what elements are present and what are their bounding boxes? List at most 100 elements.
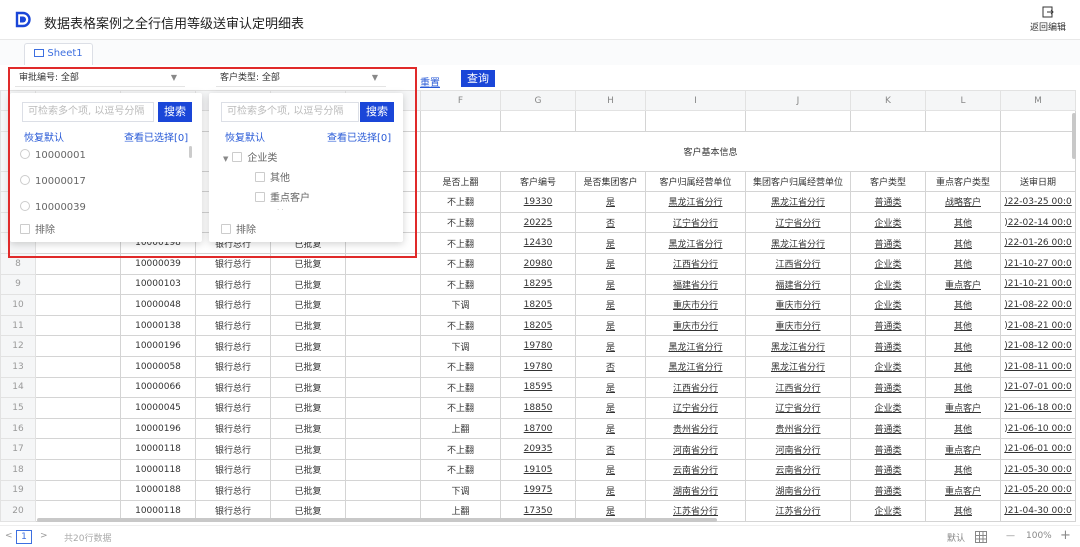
cell-d[interactable]: 已批复 xyxy=(270,273,346,296)
cell-i[interactable]: 黑龙江省分行 xyxy=(645,232,746,254)
cell-m[interactable]: )22-03-25 00:0 xyxy=(1000,191,1076,213)
cell-j[interactable]: 湖南省分行 xyxy=(745,479,851,502)
cell-i[interactable]: 辽宁省分行 xyxy=(645,397,746,419)
customer-option[interactable]: 其他 xyxy=(255,169,290,184)
cell-f[interactable]: 上翻 xyxy=(420,417,501,440)
cell-l[interactable]: 重点客户 xyxy=(925,397,1001,419)
cell-m[interactable]: )21-06-01 00:0 xyxy=(1000,438,1076,460)
back-to-edit-button[interactable]: 返回编辑 xyxy=(1026,6,1070,33)
col-letter-g[interactable]: G xyxy=(500,90,576,111)
cell-b[interactable]: 10000118 xyxy=(120,458,196,481)
cell-l[interactable]: 重点客户 xyxy=(925,273,1001,296)
cell-c[interactable]: 银行总行 xyxy=(195,438,271,460)
cell-k[interactable]: 普通类 xyxy=(850,438,926,460)
cell-a[interactable] xyxy=(35,376,121,399)
cell-h[interactable]: 否 xyxy=(575,438,646,460)
cell-d[interactable]: 已批复 xyxy=(270,417,346,440)
cell-f[interactable]: 不上翻 xyxy=(420,273,501,296)
cell-h[interactable]: 是 xyxy=(575,191,646,213)
cell-k[interactable]: 企业类 xyxy=(850,397,926,419)
cell-h[interactable]: 是 xyxy=(575,397,646,419)
cell-g[interactable]: 20935 xyxy=(500,438,576,460)
cell-c[interactable]: 银行总行 xyxy=(195,252,271,275)
cell-a[interactable] xyxy=(35,273,121,296)
cell-a[interactable] xyxy=(35,479,121,502)
cell-b[interactable]: 10000196 xyxy=(120,335,196,357)
cell-i[interactable]: 福建省分行 xyxy=(645,273,746,296)
prev-page-button[interactable]: < xyxy=(5,531,13,541)
cell-f[interactable]: 不上翻 xyxy=(420,397,501,419)
cell-m[interactable]: )22-01-26 00:0 xyxy=(1000,232,1076,254)
approval-option[interactable]: 10000039 xyxy=(20,201,86,213)
cell-f[interactable]: 不上翻 xyxy=(420,355,501,378)
cell-h[interactable]: 是 xyxy=(575,479,646,502)
cell-i[interactable]: 河南省分行 xyxy=(645,438,746,460)
cell-d[interactable]: 已批复 xyxy=(270,438,346,460)
cell-d[interactable]: 已批复 xyxy=(270,314,346,337)
grid-view-icon[interactable] xyxy=(975,531,987,543)
cell-c[interactable]: 银行总行 xyxy=(195,314,271,337)
cell-i[interactable]: 黑龙江省分行 xyxy=(645,335,746,357)
cell-j[interactable]: 贵州省分行 xyxy=(745,417,851,440)
cell-l[interactable]: 其他 xyxy=(925,335,1001,357)
cell-m[interactable]: )21-05-20 00:0 xyxy=(1000,479,1076,502)
cell-i[interactable]: 重庆市分行 xyxy=(645,294,746,316)
cell-l[interactable]: 重点客户 xyxy=(925,479,1001,502)
col-letter-i[interactable]: I xyxy=(645,90,746,111)
cell-d[interactable]: 已批复 xyxy=(270,397,346,419)
cell-k[interactable]: 普通类 xyxy=(850,417,926,440)
cell-e[interactable] xyxy=(345,458,421,481)
cell-g[interactable]: 19330 xyxy=(500,191,576,213)
cell-f[interactable]: 不上翻 xyxy=(420,314,501,337)
cell-j[interactable]: 黑龙江省分行 xyxy=(745,232,851,254)
cell-e[interactable] xyxy=(345,479,421,502)
cell-c[interactable]: 银行总行 xyxy=(195,376,271,399)
zoom-in-button[interactable]: + xyxy=(1060,528,1071,543)
cell-h[interactable]: 是 xyxy=(575,335,646,357)
cell-h[interactable]: 否 xyxy=(575,211,646,234)
cell-c[interactable]: 银行总行 xyxy=(195,417,271,440)
cell-i[interactable]: 云南省分行 xyxy=(645,458,746,481)
cell-d[interactable]: 已批复 xyxy=(270,458,346,481)
customer-group-item[interactable]: ▼ 企业类 xyxy=(223,149,277,164)
cell-m[interactable]: )22-02-14 00:0 xyxy=(1000,211,1076,234)
cell-c[interactable]: 银行总行 xyxy=(195,355,271,378)
cell-f[interactable]: 不上翻 xyxy=(420,211,501,234)
cell-e[interactable] xyxy=(345,417,421,440)
cell-d[interactable]: 已批复 xyxy=(270,479,346,502)
cell-m[interactable]: )21-06-18 00:0 xyxy=(1000,397,1076,419)
cell-g[interactable]: 19780 xyxy=(500,355,576,378)
customer-option[interactable]: 重点客户 xyxy=(255,189,310,204)
cell-l[interactable]: 其他 xyxy=(925,294,1001,316)
cell-g[interactable]: 18205 xyxy=(500,314,576,337)
customer-search-button[interactable]: 搜索 xyxy=(360,102,394,122)
cell-m[interactable]: )21-08-21 00:0 xyxy=(1000,314,1076,337)
cell-c[interactable]: 银行总行 xyxy=(195,397,271,419)
reset-button[interactable]: 重置 xyxy=(420,74,440,89)
cell-a[interactable] xyxy=(35,252,121,275)
cell-a[interactable] xyxy=(35,397,121,419)
col-letter-l[interactable]: L xyxy=(925,90,1001,111)
cell-h[interactable]: 是 xyxy=(575,376,646,399)
cell-m[interactable]: )21-08-11 00:0 xyxy=(1000,355,1076,378)
cell-i[interactable]: 辽宁省分行 xyxy=(645,211,746,234)
cell-m[interactable]: )21-04-30 00:0 xyxy=(1000,500,1076,522)
cell-c[interactable]: 银行总行 xyxy=(195,479,271,502)
approval-restore-default[interactable]: 恢复默认 xyxy=(24,129,64,144)
cell-k[interactable]: 普通类 xyxy=(850,335,926,357)
cell-j[interactable]: 福建省分行 xyxy=(745,273,851,296)
cell-a[interactable] xyxy=(35,438,121,460)
cell-f[interactable]: 不上翻 xyxy=(420,376,501,399)
cell-l[interactable]: 战略客户 xyxy=(925,191,1001,213)
cell-h[interactable]: 否 xyxy=(575,355,646,378)
cell-e[interactable] xyxy=(345,397,421,419)
cell-f[interactable]: 不上翻 xyxy=(420,438,501,460)
cell-l[interactable]: 其他 xyxy=(925,211,1001,234)
cell-f[interactable]: 下调 xyxy=(420,479,501,502)
cell-d[interactable]: 已批复 xyxy=(270,335,346,357)
cell-e[interactable] xyxy=(345,335,421,357)
approval-option[interactable]: 10000001 xyxy=(20,149,86,161)
cell-a[interactable] xyxy=(35,314,121,337)
cell-h[interactable]: 是 xyxy=(575,273,646,296)
cell-e[interactable] xyxy=(345,252,421,275)
